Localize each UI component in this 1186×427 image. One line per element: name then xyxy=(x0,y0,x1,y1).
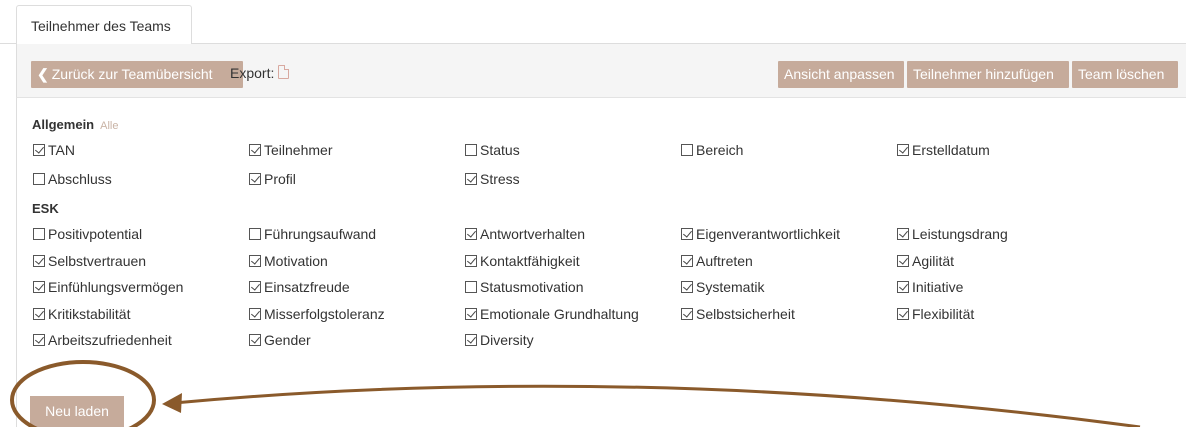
checkbox-label: Eigenverantwortlichkeit xyxy=(696,226,840,242)
checkbox-label: Agilität xyxy=(912,252,955,269)
checkbox-label: Flexibilität xyxy=(912,305,975,322)
checkbox-checked-icon[interactable] xyxy=(897,307,909,320)
checkbox-label: Selbstvertrauen xyxy=(48,252,147,269)
checkbox-unchecked-icon[interactable] xyxy=(33,228,45,240)
checkbox-checked-icon[interactable] xyxy=(897,144,909,156)
add-participant-button[interactable]: Teilnehmer hinzufügen xyxy=(907,61,1069,88)
export-label: Export: xyxy=(230,65,275,81)
checkbox-label: Einfühlungsvermögen xyxy=(48,279,184,295)
checkbox-label: Arbeitszufriedenheit xyxy=(48,332,172,348)
checkbox-label: Abschluss xyxy=(48,171,112,187)
checkbox-checked-icon[interactable] xyxy=(897,281,909,293)
pdf-export-icon[interactable] xyxy=(278,65,289,79)
adjust-view-button[interactable]: Ansicht anpassen xyxy=(778,61,904,88)
checkbox-checked-icon[interactable] xyxy=(33,254,45,267)
checkbox-checked-icon[interactable] xyxy=(249,307,261,320)
checkbox-checked-icon[interactable] xyxy=(465,173,477,185)
checkbox-checked-icon[interactable] xyxy=(465,334,477,346)
checkbox-label: Systematik xyxy=(696,279,765,295)
checkbox-label: Erstelldatum xyxy=(912,142,990,158)
checkbox-checked-icon[interactable] xyxy=(465,228,477,240)
tab-team-members[interactable]: Teilnehmer des Teams xyxy=(16,5,192,45)
checkbox-checked-icon[interactable] xyxy=(681,228,693,240)
reload-button[interactable]: Neu laden xyxy=(30,396,124,427)
checkbox-checked-icon[interactable] xyxy=(33,334,45,346)
back-button-label: Zurück zur Teamübersicht xyxy=(51,66,213,82)
checkbox-checked-icon[interactable] xyxy=(249,254,261,267)
checkbox-unchecked-icon[interactable] xyxy=(465,144,477,156)
checkbox-label: Teilnehmer xyxy=(264,142,333,158)
checkbox-label: Selbstsicherheit xyxy=(696,305,795,322)
checkbox-unchecked-icon[interactable] xyxy=(33,173,45,185)
checkbox-checked-icon[interactable] xyxy=(681,307,693,320)
checkbox-checked-icon[interactable] xyxy=(249,334,261,346)
checkbox-label: Auftreten xyxy=(696,252,753,269)
allgemein-title-text: Allgemein xyxy=(32,117,95,132)
checkbox-label: Status xyxy=(480,142,520,158)
checkbox-label: Misserfolgstoleranz xyxy=(264,305,385,322)
tab-bar: Teilnehmer des Teams xyxy=(0,0,1186,45)
checkbox-checked-icon[interactable] xyxy=(249,173,261,185)
checkbox-label: Statusmotivation xyxy=(480,279,584,295)
checkbox-checked-icon[interactable] xyxy=(465,307,477,320)
checkbox-label: Leistungsdrang xyxy=(912,226,1008,242)
checkbox-label: Gender xyxy=(264,332,311,348)
checkbox-label: Positivpotential xyxy=(48,226,143,242)
column-selection-panel xyxy=(16,98,1186,427)
toolbar: ❮ Zurück zur Teamübersicht Export: Ansich… xyxy=(16,44,1186,98)
checkbox-label: Kritikstabilität xyxy=(48,305,131,322)
checkbox-label: Motivation xyxy=(264,252,328,269)
checkbox-checked-icon[interactable] xyxy=(33,307,45,320)
checkbox-label: Emotionale Grundhaltung xyxy=(480,305,639,322)
checkbox-label: Stress xyxy=(480,171,520,187)
checkbox-unchecked-icon[interactable] xyxy=(465,281,477,293)
delete-team-button[interactable]: Team löschen xyxy=(1072,61,1178,88)
back-to-team-overview-button[interactable]: ❮ Zurück zur Teamübersicht xyxy=(31,61,243,88)
checkbox-label: Bereich xyxy=(696,142,744,158)
checkbox-label: Einsatzfreude xyxy=(264,279,350,295)
checkbox-unchecked-icon[interactable] xyxy=(681,144,693,156)
chevron-left-icon: ❮ xyxy=(37,66,49,82)
checkbox-label: TAN xyxy=(48,142,75,158)
checkbox-label: Profil xyxy=(264,171,296,187)
section-title-allgemein: Allgemein Alle xyxy=(32,117,118,132)
checkbox-checked-icon[interactable] xyxy=(681,281,693,293)
checkbox-checked-icon[interactable] xyxy=(897,228,909,240)
checkbox-checked-icon[interactable] xyxy=(249,281,261,293)
select-all-link[interactable]: Alle xyxy=(100,120,118,132)
checkbox-label: Führungsaufwand xyxy=(264,226,377,242)
checkbox-checked-icon[interactable] xyxy=(249,144,261,156)
checkbox-label: Kontaktfähigkeit xyxy=(480,252,580,269)
checkbox-checked-icon[interactable] xyxy=(465,254,477,267)
checkbox-checked-icon[interactable] xyxy=(897,254,909,267)
section-title-esk: ESK xyxy=(32,201,59,216)
checkbox-label: Antwortverhalten xyxy=(480,226,586,242)
checkbox-checked-icon[interactable] xyxy=(681,254,693,267)
checkbox-label: Initiative xyxy=(912,279,964,295)
checkbox-label: Diversity xyxy=(480,332,534,348)
checkbox-checked-icon[interactable] xyxy=(33,281,45,293)
checkbox-checked-icon[interactable] xyxy=(33,144,45,156)
checkbox-unchecked-icon[interactable] xyxy=(249,228,261,240)
